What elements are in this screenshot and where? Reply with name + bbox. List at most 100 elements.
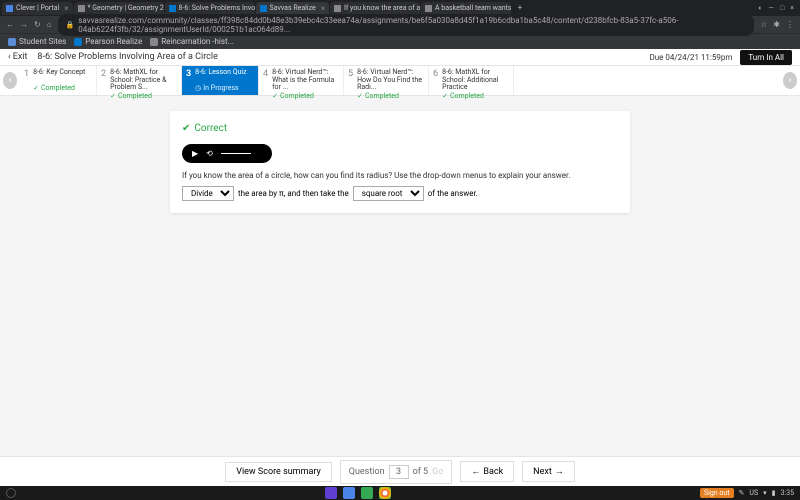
question-number-input[interactable]: 3: [389, 465, 409, 479]
play-icon[interactable]: ▶: [192, 149, 198, 158]
audio-progress[interactable]: [221, 153, 251, 154]
close-window-icon[interactable]: ×: [790, 4, 794, 12]
app-icon-2[interactable]: [343, 487, 355, 499]
question-label: Question: [349, 467, 385, 477]
browser-toolbar: ← → ↻ ⌂ 🔒 savvasrealize.com/community/cl…: [0, 16, 800, 33]
chrome-icon[interactable]: [379, 487, 391, 499]
address-bar[interactable]: 🔒 savvasrealize.com/community/classes/ff…: [58, 14, 755, 36]
network-label[interactable]: US: [749, 489, 758, 497]
step-number: 3: [186, 69, 191, 92]
reload-icon[interactable]: ↻: [34, 20, 41, 29]
url-text: savvasrealize.com/community/classes/ff39…: [78, 16, 746, 34]
clock[interactable]: 3:35: [781, 489, 795, 497]
due-date: Due 04/24/21 11:59pm: [649, 53, 732, 62]
step-name: 8-6: MathXL for School: Practice & Probl…: [110, 69, 177, 92]
footer-nav: View Score summary Question 3 of 5 Go ←B…: [0, 456, 800, 486]
window-controls: ◐ — □ ×: [758, 4, 798, 12]
tab-title: If you know the area of a circle,: [344, 4, 420, 12]
forward-icon[interactable]: →: [20, 20, 28, 29]
audio-player[interactable]: ▶ ⟲: [182, 144, 272, 163]
dropdown-2[interactable]: square root: [353, 186, 424, 201]
exit-button[interactable]: ‹Exit: [8, 52, 27, 62]
tab-favicon: [78, 5, 85, 12]
app-icon-1[interactable]: [325, 487, 337, 499]
tab-favicon: [6, 5, 13, 12]
step-next-button[interactable]: ›: [783, 72, 797, 89]
arrow-right-icon: →: [555, 466, 564, 477]
tab-title: Savvas Realize: [270, 4, 316, 12]
extensions-icon[interactable]: ✱: [773, 20, 780, 29]
step-status: ✓Completed: [272, 92, 339, 100]
bookmark-pearson[interactable]: Pearson Realize: [74, 37, 142, 46]
step-2[interactable]: 2 8-6: MathXL for School: Practice & Pro…: [97, 66, 182, 95]
tab-title: 8-6: Solve Problems Involving A: [179, 4, 255, 12]
arrow-left-icon: ←: [471, 466, 480, 477]
step-name: 8-6: Virtual Nerd™: How Do You Find the …: [357, 69, 424, 92]
view-score-button[interactable]: View Score summary: [225, 462, 332, 482]
star-icon[interactable]: ☆: [760, 20, 767, 29]
maximize-icon[interactable]: □: [780, 4, 784, 12]
home-icon[interactable]: ⌂: [47, 20, 52, 29]
back-icon[interactable]: ←: [6, 20, 14, 29]
correct-indicator: ✔Correct: [182, 123, 618, 134]
lesson-title: 8-6: Solve Problems Involving Area of a …: [37, 52, 217, 62]
replay-icon[interactable]: ⟲: [206, 149, 213, 158]
step-6[interactable]: 6 8-6: MathXL for School: Additional Pra…: [429, 66, 514, 95]
step-status: ✓Completed: [442, 92, 509, 100]
lock-icon: 🔒: [66, 21, 75, 29]
step-prev-button[interactable]: ‹: [3, 72, 17, 89]
tab-0[interactable]: Clever | Portal×: [2, 2, 73, 15]
bookmark-icon: [8, 38, 16, 46]
bookmark-icon: [74, 38, 82, 46]
account-icon[interactable]: ◐: [758, 4, 762, 12]
wifi-icon[interactable]: ▾: [763, 489, 767, 497]
go-button[interactable]: Go: [432, 467, 443, 477]
bookmark-icon: [150, 38, 158, 46]
tab-3[interactable]: Savvas Realize ×: [256, 2, 329, 15]
step-number: 5: [348, 69, 353, 92]
dropdown-1[interactable]: Divide: [182, 186, 234, 201]
tab-1[interactable]: * Geometry | Geometry 222-22h×: [74, 2, 164, 15]
battery-icon[interactable]: ▮: [772, 489, 776, 497]
step-name: 8-6: MathXL for School: Additional Pract…: [442, 69, 509, 92]
check-icon: ✓: [272, 92, 278, 100]
step-3-current[interactable]: 3 8-6: Lesson Quiz ◷In Progress: [182, 66, 259, 95]
pen-icon[interactable]: ✎: [739, 489, 745, 497]
signout-button[interactable]: Sign out: [700, 488, 734, 498]
step-status: ◷In Progress: [195, 84, 246, 92]
tab-title: A basketball team wants to pain: [435, 4, 511, 12]
tab-favicon: [334, 5, 341, 12]
clock-icon: ◷: [195, 84, 201, 92]
step-4[interactable]: 4 8-6: Virtual Nerd™: What is the Formul…: [259, 66, 344, 95]
check-icon: ✓: [357, 92, 363, 100]
new-tab-button[interactable]: +: [512, 4, 528, 12]
tab-4[interactable]: If you know the area of a circle,×: [330, 2, 420, 15]
taskbar-apps: [325, 487, 391, 499]
step-name: 8-6: Lesson Quiz: [195, 69, 246, 77]
answer-text-2: of the answer.: [428, 189, 478, 198]
extensions: ☆ ✱ ⋮: [760, 20, 794, 29]
minimize-icon[interactable]: —: [769, 4, 774, 12]
step-navigation: ‹ 1 8-6: Key Concept✓Completed 2 8-6: Ma…: [0, 66, 800, 96]
app-icon-3[interactable]: [361, 487, 373, 499]
step-5[interactable]: 5 8-6: Virtual Nerd™: How Do You Find th…: [344, 66, 429, 95]
tab-title: * Geometry | Geometry 222-22h: [88, 4, 164, 12]
chevron-left-icon: ‹: [8, 52, 11, 62]
menu-icon[interactable]: ⋮: [786, 20, 794, 29]
close-icon[interactable]: ×: [64, 4, 68, 13]
tab-5[interactable]: A basketball team wants to pain×: [421, 2, 511, 15]
step-status: ✓Completed: [33, 84, 85, 92]
step-1[interactable]: 1 8-6: Key Concept✓Completed: [20, 66, 97, 95]
launcher-icon[interactable]: [6, 488, 16, 498]
next-button[interactable]: Next→: [522, 461, 575, 482]
turn-in-button[interactable]: Turn In All: [740, 50, 792, 65]
bookmark-student-sites[interactable]: Student Sites: [8, 37, 66, 46]
back-button[interactable]: ←Back: [460, 461, 514, 482]
bookmark-reincarnation[interactable]: Reincarnation -hist...: [150, 37, 234, 46]
tab-2[interactable]: 8-6: Solve Problems Involving A×: [165, 2, 255, 15]
tab-favicon: [425, 5, 432, 12]
close-icon[interactable]: ×: [321, 4, 325, 13]
content-area: ✔Correct ▶ ⟲ If you know the area of a c…: [0, 96, 800, 456]
step-status: ✓Completed: [357, 92, 424, 100]
step-name: 8-6: Key Concept: [33, 69, 85, 77]
